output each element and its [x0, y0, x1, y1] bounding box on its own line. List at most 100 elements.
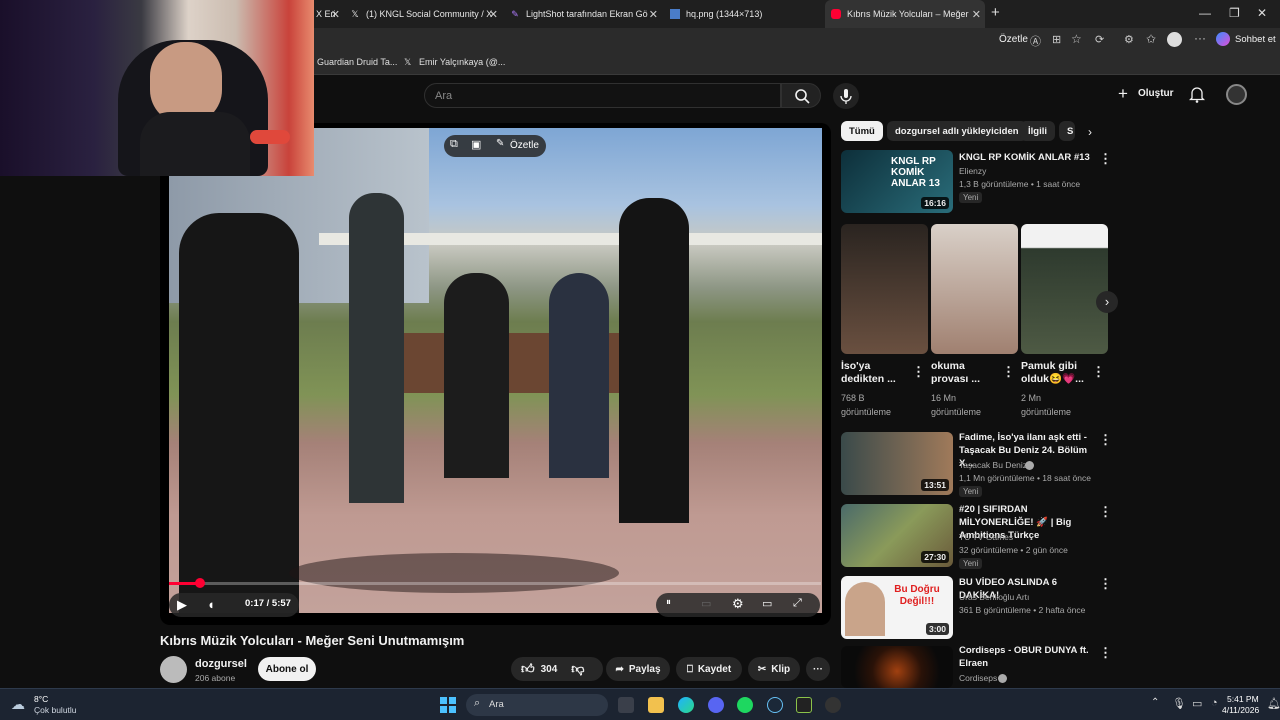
video-title-link[interactable]: Cordiseps - OBUR DUNYA ft. Elraen	[959, 644, 1095, 670]
fullscreen-icon[interactable]: ⤢	[793, 597, 802, 610]
short-title[interactable]: İso'ya dedikten ...	[841, 360, 899, 386]
mic-tray-icon[interactable]: 🎙︎	[1172, 697, 1186, 710]
edge-browser-icon[interactable]	[678, 697, 694, 713]
short-thumbnail[interactable]	[1021, 224, 1108, 354]
favorites-icon[interactable]: ✩	[1146, 32, 1156, 46]
like-count[interactable]: 304	[541, 664, 558, 675]
account-avatar[interactable]	[1226, 84, 1247, 105]
video-thumbnail[interactable]	[841, 646, 953, 688]
video-thumbnail[interactable]: 13:51	[841, 432, 953, 495]
maximize-icon[interactable]: ❐	[1229, 6, 1240, 20]
search-button[interactable]	[781, 83, 821, 108]
video-thumbnail[interactable]: KNGL RP KOMİK ANLAR 13 16:16	[841, 150, 953, 213]
more-actions-button[interactable]: ···	[806, 657, 830, 681]
tab-lightshot[interactable]: ✎ LightShot tarafından Ekran Görüntü ✕	[510, 0, 662, 28]
close-tab-icon[interactable]: ✕	[649, 8, 658, 21]
video-channel[interactable]: Uras Benlioğlu Artı	[959, 592, 1029, 602]
video-thumbnail[interactable]: 27:30	[841, 504, 953, 567]
discord-icon[interactable]	[708, 697, 724, 713]
chips-next-chevron-icon[interactable]: ›	[1088, 125, 1092, 139]
file-explorer-icon[interactable]	[648, 697, 664, 713]
miniplayer-icon[interactable]: ⧉	[450, 138, 458, 151]
terminal-app-icon[interactable]	[796, 697, 812, 713]
profile-avatar[interactable]	[1167, 32, 1182, 47]
bookmark-guardian-druid[interactable]: Guardian Druid Ta...	[317, 57, 397, 67]
windows-start-icon[interactable]	[440, 697, 456, 713]
volume-icon[interactable]: ◖	[207, 597, 215, 612]
share-button[interactable]: ➦ Paylaş	[606, 657, 670, 681]
channel-name[interactable]: dozgursel	[195, 658, 247, 670]
subtitles-icon[interactable]: ▭	[701, 597, 711, 610]
steam-icon[interactable]	[767, 697, 783, 713]
clock-time[interactable]: 5:41 PM	[1227, 694, 1259, 704]
video-menu-icon[interactable]: ⋮	[1099, 576, 1112, 592]
video-channel[interactable]: Cordiseps	[959, 673, 997, 683]
video-menu-icon[interactable]: ⋮	[1099, 432, 1112, 448]
short-menu-icon[interactable]: ⋮	[1092, 364, 1105, 380]
minimize-icon[interactable]: —	[1199, 6, 1211, 20]
video-menu-icon[interactable]: ⋮	[1099, 151, 1112, 167]
channel-avatar[interactable]	[160, 656, 187, 683]
copilot-icon[interactable]	[1216, 32, 1230, 46]
create-button[interactable]: Oluştur	[1138, 88, 1174, 99]
network-tray-icon[interactable]: ◔	[1211, 697, 1218, 709]
weather-temp[interactable]: 8°C	[34, 694, 48, 704]
tray-chevron-icon[interactable]: ⌃	[1151, 697, 1159, 708]
video-channel[interactable]: Elienzy	[959, 166, 986, 176]
like-icon[interactable]: 👍︎	[521, 661, 535, 677]
collections-icon[interactable]: ⚙	[1124, 33, 1134, 46]
cast-icon[interactable]: ▣	[471, 138, 481, 151]
obs-icon[interactable]	[825, 697, 841, 713]
dislike-icon[interactable]: 👎︎	[571, 661, 584, 677]
chip-from-uploader[interactable]: dozgursel adlı yükleyiciden	[887, 121, 1027, 141]
shorts-next-chevron-icon[interactable]: ›	[1096, 291, 1118, 313]
tab-hq-png[interactable]: hq.png (1344×713)	[670, 0, 822, 28]
theater-mode-icon[interactable]: ▭	[762, 597, 772, 610]
split-screen-icon[interactable]: ⊞	[1052, 33, 1061, 46]
video-menu-icon[interactable]: ⋮	[1099, 504, 1112, 520]
player-summarize-button[interactable]: Özetle	[510, 140, 539, 151]
short-menu-icon[interactable]: ⋮	[912, 364, 925, 380]
bookmark-emir[interactable]: Emir Yalçınkaya (@...	[419, 57, 505, 67]
short-thumbnail[interactable]	[931, 224, 1018, 354]
video-channel[interactable]: TU TV Games	[959, 532, 1013, 542]
clock-date[interactable]: 4/11/2026	[1222, 705, 1259, 715]
video-player[interactable]: ⧉ ▣ ✎ Özetle ▶ ◖ 0:17 / 5:57 ⏸ ▭ ⚙ ▭ ⤢	[160, 123, 831, 625]
more-menu-icon[interactable]: ···	[1194, 31, 1206, 45]
short-title[interactable]: okuma provası ...	[931, 360, 991, 386]
short-title[interactable]: Pamuk gibi olduk😆💗...	[1021, 360, 1087, 386]
autoplay-toggle-icon[interactable]: ⏸	[666, 597, 671, 608]
save-button[interactable]: ⎕ Kaydet	[676, 657, 742, 681]
extension-icon[interactable]: ⟳	[1095, 33, 1104, 46]
chip-related[interactable]: İlgili	[1020, 121, 1055, 141]
short-thumbnail[interactable]	[841, 224, 928, 354]
settings-gear-icon[interactable]: ⚙	[732, 596, 744, 612]
copilot-chat-label[interactable]: Sohbet et	[1235, 34, 1276, 45]
task-view-icon[interactable]	[618, 697, 634, 713]
chip-all[interactable]: Tümü	[841, 121, 883, 141]
new-tab-icon[interactable]: +	[991, 4, 1000, 21]
tab-kngl-social[interactable]: 𝕏 (1) KNGL Social Community / X ✕	[350, 0, 502, 28]
taskbar-search-input[interactable]: ⌕ Ara	[466, 694, 608, 716]
video-menu-icon[interactable]: ⋮	[1099, 645, 1112, 661]
short-menu-icon[interactable]: ⋮	[1002, 364, 1015, 380]
spotify-icon[interactable]	[737, 697, 753, 713]
notifications-bell-icon[interactable]	[1189, 86, 1205, 103]
weather-desc[interactable]: Çok bulutlu	[34, 705, 77, 715]
close-tab-icon[interactable]: ✕	[972, 8, 981, 21]
notification-icon[interactable]: 🔔︎	[1267, 697, 1280, 710]
subscribe-button[interactable]: Abone ol	[258, 657, 316, 681]
read-aloud-icon[interactable]: Ⓐ	[1030, 33, 1041, 49]
close-tab-icon[interactable]: ✕	[489, 8, 498, 21]
close-tab-icon[interactable]: ✕	[331, 8, 340, 21]
close-window-icon[interactable]: ✕	[1257, 6, 1267, 20]
summarize-button[interactable]: Özetle	[999, 34, 1028, 45]
favorite-star-icon[interactable]: ☆	[1071, 32, 1082, 46]
voice-search-button[interactable]	[833, 83, 859, 109]
video-channel[interactable]: Taşacak Bu Deniz	[959, 460, 1027, 470]
video-thumbnail[interactable]: Bu Doğru Değil!!! 3:00	[841, 576, 953, 639]
clip-button[interactable]: ✂ Klip	[748, 657, 800, 681]
chip-partial[interactable]: S	[1059, 121, 1075, 141]
display-tray-icon[interactable]: ▭	[1192, 697, 1202, 710]
search-input[interactable]: Ara	[424, 83, 781, 108]
